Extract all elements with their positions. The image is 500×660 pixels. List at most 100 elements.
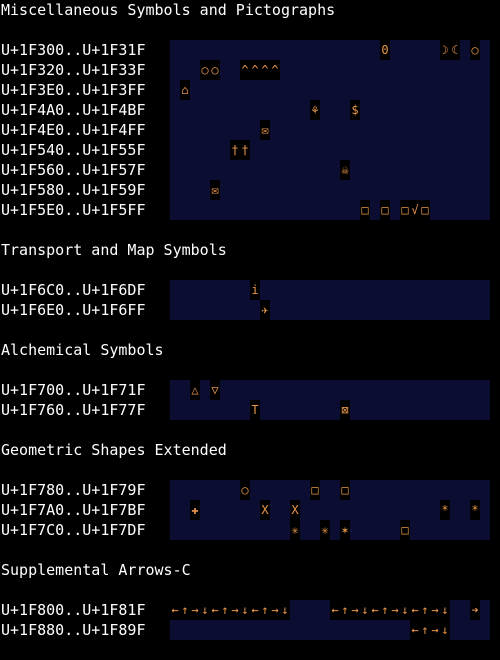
block-section: Alchemical Symbols U+1F700..U+1F71F △ ▽ U+1F… <box>0 340 500 420</box>
glyph-grid: ✳ ✳ ✶ □ <box>170 520 490 540</box>
glyph-cell: ↓ <box>280 600 290 620</box>
range-row: U+1F700..U+1F71F △ ▽ <box>0 380 500 400</box>
range-label: U+1F320..U+1F33F <box>1 61 146 79</box>
glyph-cell: △ <box>190 380 200 400</box>
range-row: U+1F7A0..U+1F7BF ✚ X X * * <box>0 500 500 520</box>
glyph-cell: ↓ <box>440 600 450 620</box>
glyph-cell: ○ <box>240 480 250 500</box>
range-label: U+1F560..U+1F57F <box>1 161 146 179</box>
glyph-grid: ✉ <box>170 120 490 140</box>
glyph-cell: ^ <box>270 60 280 80</box>
range-row: U+1F6E0..U+1F6FF ✈ <box>0 300 500 320</box>
glyph-cell: □ <box>400 520 410 540</box>
range-label: U+1F4A0..U+1F4BF <box>1 101 146 119</box>
glyph-cell: ↓ <box>440 620 450 640</box>
range-row: U+1F3E0..U+1F3FF ⌂ <box>0 80 500 100</box>
glyph-cell: ⊠ <box>340 400 350 420</box>
range-row: U+1F880..U+1F89F ← ↑ → ↓ <box>0 620 500 640</box>
range-label: U+1F880..U+1F89F <box>1 621 146 639</box>
glyph-cell: X <box>290 500 300 520</box>
glyph-cell: ↓ <box>400 600 410 620</box>
glyph-cell: ↓ <box>240 600 250 620</box>
glyph-grid: ○ □ □ <box>170 480 490 500</box>
range-label: U+1F580..U+1F59F <box>1 181 146 199</box>
glyph-cell: ← <box>250 600 260 620</box>
glyph-cell: → <box>430 600 440 620</box>
glyph-cell: ↑ <box>180 600 190 620</box>
glyph-grid: △ ▽ <box>170 380 490 400</box>
glyph-cell: ✶ <box>340 520 350 540</box>
range-row: U+1F4A0..U+1F4BF ⚘ $ <box>0 100 500 120</box>
glyph-grid: ✉ <box>170 180 490 200</box>
glyph-cell: ← <box>410 600 420 620</box>
glyph-cell: * <box>440 500 450 520</box>
range-label: U+1F760..U+1F77F <box>1 401 146 419</box>
glyph-cell: † <box>240 140 250 160</box>
glyph-cell: ⌂ <box>180 80 190 100</box>
range-row: U+1F7C0..U+1F7DF ✳ ✳ ✶ □ <box>0 520 500 540</box>
glyph-cell: ← <box>330 600 340 620</box>
block-title: Transport and Map Symbols <box>1 241 227 259</box>
glyph-cell: 0 <box>380 40 390 60</box>
glyph-cell: ← <box>410 620 420 640</box>
range-label: U+1F5E0..U+1F5FF <box>1 201 146 219</box>
glyph-cell: $ <box>350 100 360 120</box>
range-label: U+1F780..U+1F79F <box>1 481 146 499</box>
glyph-cell: * <box>470 500 480 520</box>
range-label: U+1F3E0..U+1F3FF <box>1 81 146 99</box>
glyph-cell: ✈ <box>260 300 270 320</box>
block-title: Geometric Shapes Extended <box>1 441 227 459</box>
glyph-grid: ⚘ $ <box>170 100 490 120</box>
range-row: U+1F5E0..U+1F5FF □ □ □ √ □ <box>0 200 500 220</box>
glyph-cell: □ <box>380 200 390 220</box>
glyph-cell: ↓ <box>360 600 370 620</box>
range-label: U+1F4E0..U+1F4FF <box>1 121 146 139</box>
range-label: U+1F6C0..U+1F6DF <box>1 281 146 299</box>
range-row: U+1F6C0..U+1F6DF i <box>0 280 500 300</box>
glyph-cell: ← <box>370 600 380 620</box>
range-row: U+1F560..U+1F57F ☠ <box>0 160 500 180</box>
glyph-cell: ☾ <box>450 40 460 60</box>
glyph-cell: ▽ <box>210 380 220 400</box>
block-section: Miscellaneous Symbols and Pictographs U+1… <box>0 0 500 220</box>
range-row: U+1F760..U+1F77F T ⊠ <box>0 400 500 420</box>
glyph-cell: → <box>390 600 400 620</box>
glyph-cell: † <box>230 140 240 160</box>
glyph-cell: ✉ <box>260 120 270 140</box>
glyph-cell: ← <box>170 600 180 620</box>
glyph-cell: ○ <box>470 40 480 60</box>
block-section: Transport and Map Symbols U+1F6C0..U+1F6D… <box>0 240 500 320</box>
glyph-cell: ^ <box>250 60 260 80</box>
glyph-cell: → <box>350 600 360 620</box>
glyph-cell: ☽ <box>440 40 450 60</box>
range-label: U+1F7A0..U+1F7BF <box>1 501 146 519</box>
glyph-cell: ↑ <box>340 600 350 620</box>
range-label: U+1F300..U+1F31F <box>1 41 146 59</box>
glyph-cell: i <box>250 280 260 300</box>
range-label: U+1F6E0..U+1F6FF <box>1 301 146 319</box>
glyph-cell: ⚘ <box>310 100 320 120</box>
range-row: U+1F780..U+1F79F ○ □ □ <box>0 480 500 500</box>
glyph-cell: ↑ <box>260 600 270 620</box>
glyph-cell: → <box>230 600 240 620</box>
range-row: U+1F300..U+1F31F 0 ☽ ☾ ○ <box>0 40 500 60</box>
range-row: U+1F580..U+1F59F ✉ <box>0 180 500 200</box>
glyph-cell: □ <box>420 200 430 220</box>
glyph-cell: ✉ <box>210 180 220 200</box>
glyph-cell: T <box>250 400 260 420</box>
range-label: U+1F800..U+1F81F <box>1 601 146 619</box>
glyph-grid: ✈ <box>170 300 490 320</box>
glyph-cell: ✳ <box>290 520 300 540</box>
glyph-cell: ✳ <box>320 520 330 540</box>
glyph-cell: □ <box>340 480 350 500</box>
glyph-cell: ➔ <box>470 600 480 620</box>
glyph-grid: i <box>170 280 490 300</box>
block-section: Geometric Shapes Extended U+1F780..U+1F79… <box>0 440 500 540</box>
glyph-cell: ↑ <box>420 600 430 620</box>
glyph-cell: ↑ <box>420 620 430 640</box>
glyph-grid: T ⊠ <box>170 400 490 420</box>
range-row: U+1F4E0..U+1F4FF ✉ <box>0 120 500 140</box>
glyph-cell: X <box>260 500 270 520</box>
glyph-grid: ✚ X X * * <box>170 500 490 520</box>
glyph-cell: → <box>270 600 280 620</box>
